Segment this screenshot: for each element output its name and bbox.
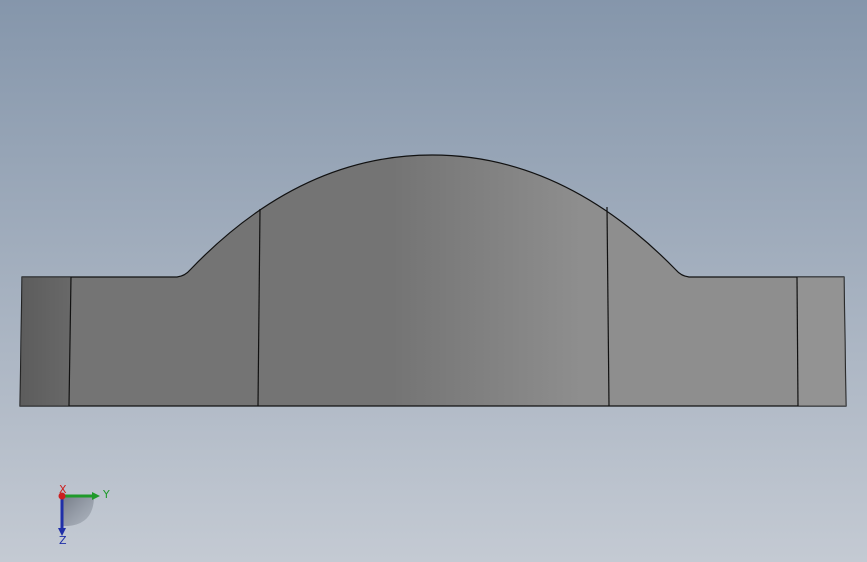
orientation-triad[interactable]: X Y Z — [48, 484, 118, 546]
y-axis-arrowhead — [92, 492, 100, 500]
graphics-viewport[interactable]: X Y Z — [0, 0, 867, 562]
right-flange-end-face — [797, 277, 846, 406]
y-axis-label: Y — [102, 488, 110, 501]
triad-shade — [62, 496, 94, 526]
model-view[interactable] — [0, 0, 867, 562]
left-flange-end-face — [20, 277, 71, 406]
x-axis-label: X — [59, 484, 67, 496]
z-axis-label: Z — [59, 534, 67, 546]
